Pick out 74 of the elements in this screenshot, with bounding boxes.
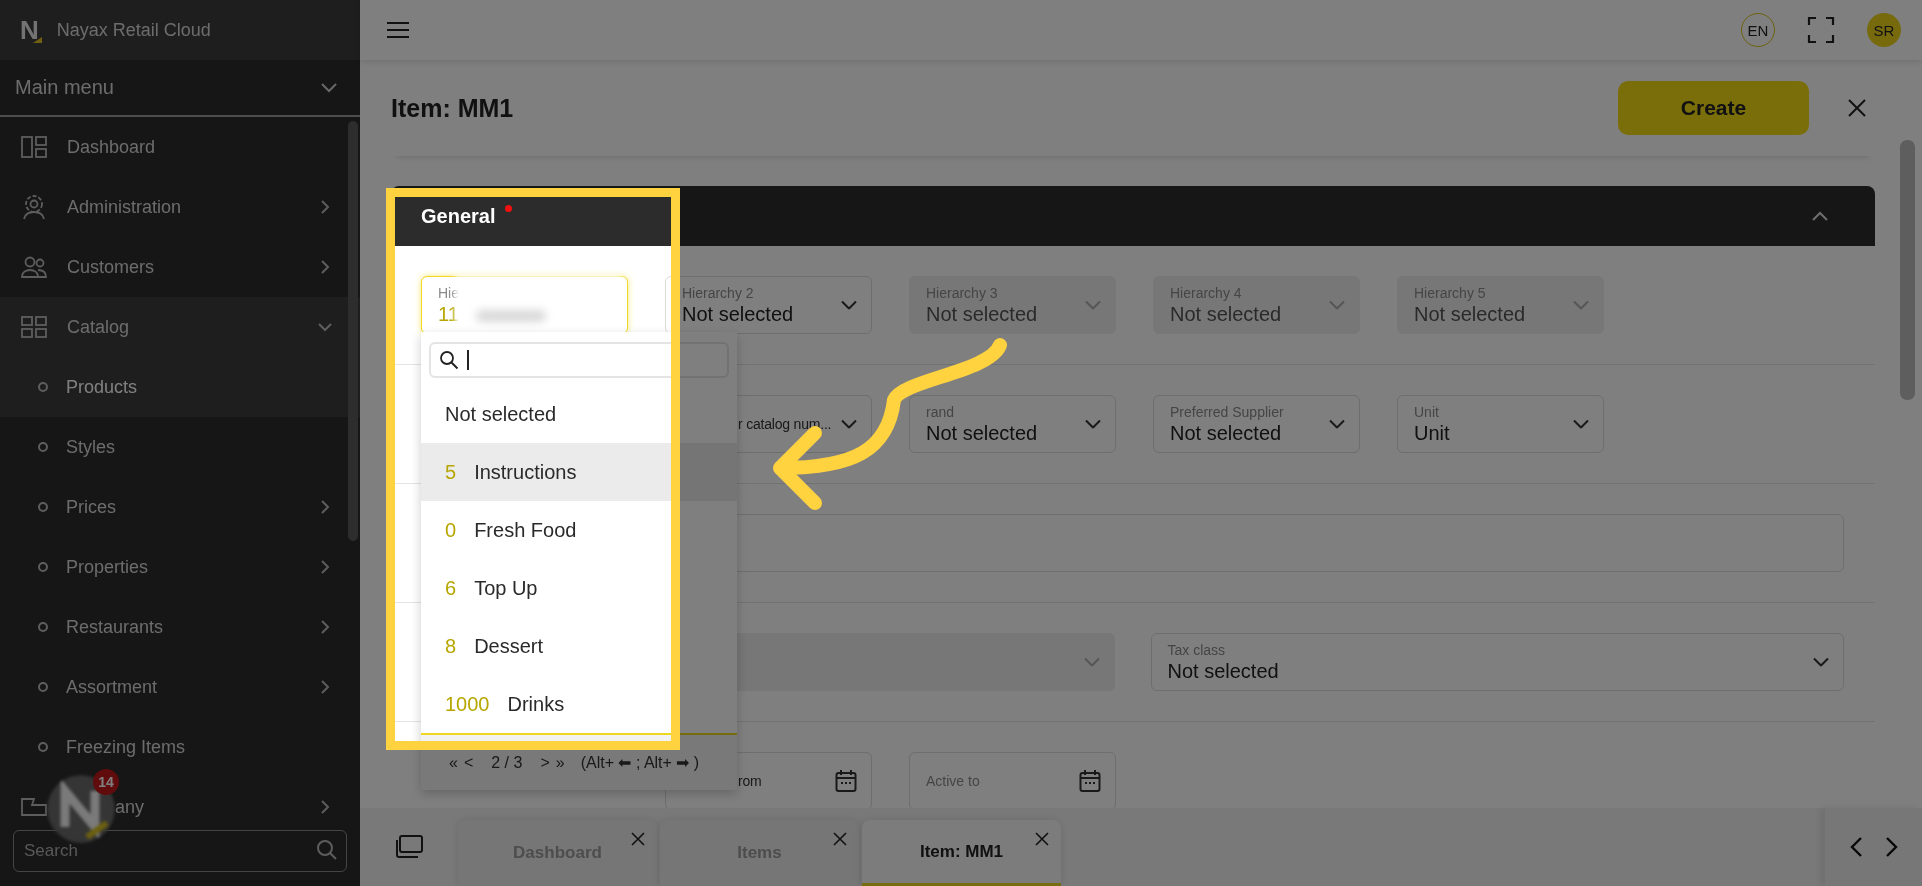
assistant-bubble[interactable]: [47, 775, 115, 843]
chevron-down-icon: [1573, 419, 1589, 429]
chevron-down-icon: [318, 320, 332, 334]
user-avatar[interactable]: SR: [1867, 13, 1901, 47]
select-field[interactable]: Unit Unit: [1397, 395, 1604, 453]
chevron-right-icon: [318, 620, 332, 634]
select-field[interactable]: rand Not selected: [909, 395, 1116, 453]
chevron-down-icon: [841, 419, 857, 429]
search-icon: [439, 350, 459, 370]
chevron-right-icon[interactable]: [1884, 836, 1899, 858]
create-button[interactable]: Create: [1618, 81, 1809, 135]
bullet-icon: [38, 622, 48, 632]
calendar-icon: [835, 769, 857, 793]
gear-icon: [20, 194, 48, 220]
next-page-button[interactable]: >: [540, 753, 550, 772]
date-field[interactable]: Active to: [909, 752, 1116, 808]
nav-subitem[interactable]: Products: [0, 357, 360, 417]
page-title: Item: MM1: [391, 93, 515, 123]
chevron-right-icon: [318, 800, 332, 814]
menu-icon[interactable]: [386, 21, 410, 39]
scrollbar[interactable]: [1900, 140, 1915, 400]
section-title: General: [421, 204, 496, 228]
logo: N: [20, 17, 39, 43]
language-button[interactable]: EN: [1741, 13, 1775, 47]
select-field[interactable]: Hierarchy 2 Not selected: [665, 276, 872, 334]
bullet-icon: [38, 682, 48, 692]
bullet-icon: [38, 742, 48, 752]
chevron-right-icon: [318, 680, 332, 694]
chevron-down-icon: [1329, 419, 1345, 429]
calendar-icon: [1079, 769, 1101, 793]
dropdown-option[interactable]: 1000 Drinks: [421, 675, 737, 733]
chevron-right-icon: [318, 200, 332, 214]
tab[interactable]: Item: MM1: [862, 820, 1061, 886]
fullscreen-icon[interactable]: [1807, 16, 1835, 44]
chevron-down-icon: [1813, 657, 1829, 667]
chevron-up-icon[interactable]: [1811, 210, 1829, 222]
text-cursor: [467, 350, 469, 370]
chevron-down-icon: [320, 81, 338, 94]
chevron-left-icon[interactable]: [1848, 836, 1863, 858]
app-title: Nayax Retail Cloud: [56, 19, 211, 41]
chevron-right-icon: [318, 560, 332, 574]
select-field[interactable]: Tax class Not selected: [1150, 633, 1844, 691]
bullet-icon: [38, 502, 48, 512]
bullet-icon: [38, 442, 48, 452]
dropdown-option[interactable]: 0 Fresh Food: [421, 501, 737, 559]
close-icon[interactable]: [1847, 98, 1867, 118]
chevron-right-icon: [318, 260, 332, 274]
chevron-down-icon: [841, 300, 857, 310]
chevron-down-icon: [1085, 419, 1101, 429]
select-field[interactable]: Hie 11: [421, 276, 628, 334]
select-field[interactable]: Preferred Supplier Not selected: [1153, 395, 1360, 453]
bullet-icon: [38, 562, 48, 572]
flag-icon: [20, 797, 48, 817]
first-page-button[interactable]: «: [449, 753, 458, 772]
last-page-button[interactable]: »: [555, 753, 565, 772]
close-icon[interactable]: [1035, 832, 1049, 846]
people-icon: [20, 255, 48, 279]
bullet-icon: [38, 382, 48, 392]
nav-item[interactable]: Catalog: [0, 297, 360, 357]
dropdown-option[interactable]: 8 Dessert: [421, 617, 737, 675]
chevron-right-icon: [318, 500, 332, 514]
close-icon[interactable]: [833, 832, 847, 846]
page-indicator: 2 / 3: [491, 753, 523, 772]
dropdown-option[interactable]: 6 Top Up: [421, 559, 737, 617]
dropdown-option[interactable]: 5 Instructions: [421, 443, 737, 501]
chevron-down-icon: [1085, 300, 1101, 310]
previous-page-button[interactable]: <: [463, 753, 474, 772]
dashboard-icon: [20, 135, 48, 159]
close-icon[interactable]: [631, 832, 645, 846]
search-icon: [316, 839, 338, 861]
chevron-down-icon: [1083, 657, 1100, 667]
chevron-down-icon: [1329, 300, 1345, 310]
chevron-down-icon: [1573, 300, 1589, 310]
grid-icon: [20, 315, 48, 339]
